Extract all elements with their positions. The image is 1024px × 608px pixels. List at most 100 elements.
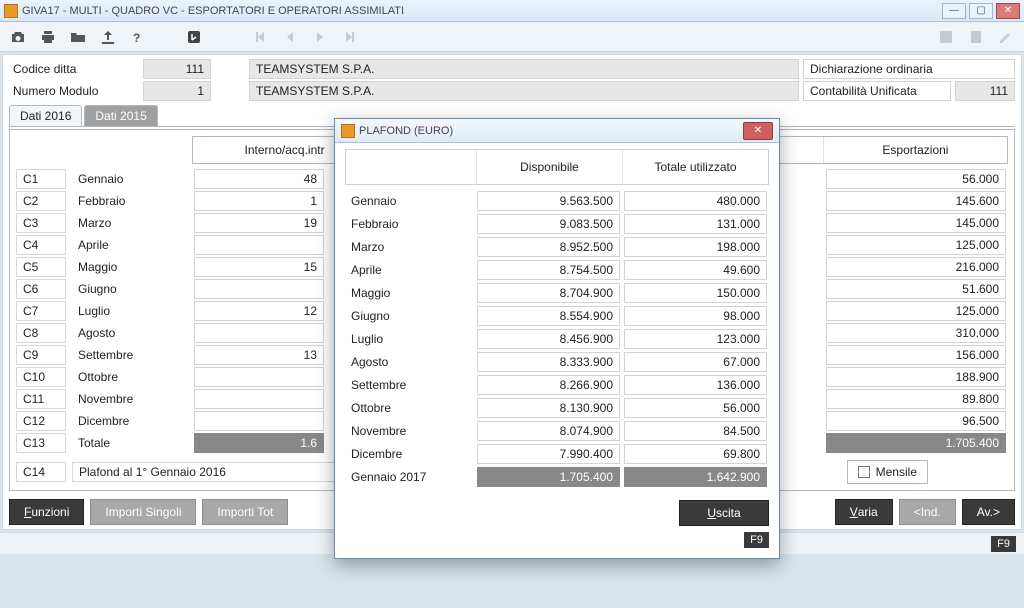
- dialog-row: Aprile8.754.50049.600: [345, 258, 769, 281]
- codice-value[interactable]: 111: [143, 59, 211, 79]
- code-cell: C8: [16, 323, 66, 343]
- export-cell[interactable]: 125.000: [826, 235, 1006, 255]
- dialog-month-cell: Novembre: [345, 422, 475, 440]
- export-cell[interactable]: 125.000: [826, 301, 1006, 321]
- utilizzato-cell[interactable]: 69.800: [624, 444, 767, 464]
- export-cell[interactable]: 56.000: [826, 169, 1006, 189]
- month-cell: Febbraio: [72, 192, 192, 210]
- export-cell[interactable]: 145.600: [826, 191, 1006, 211]
- export-cell[interactable]: 89.800: [826, 389, 1006, 409]
- interno-cell[interactable]: [194, 235, 324, 255]
- dialog-title: PLAFOND (EURO): [359, 125, 743, 137]
- month-cell: Marzo: [72, 214, 192, 232]
- disponibile-cell[interactable]: 8.074.900: [477, 421, 620, 441]
- interno-cell[interactable]: 1: [194, 191, 324, 211]
- export-cell[interactable]: 216.000: [826, 257, 1006, 277]
- code-cell: C12: [16, 411, 66, 431]
- dialog-row: Settembre8.266.900136.000: [345, 373, 769, 396]
- minimize-button[interactable]: —: [942, 3, 966, 19]
- interno-cell[interactable]: 12: [194, 301, 324, 321]
- disponibile-cell[interactable]: 7.990.400: [477, 444, 620, 464]
- edit-icon[interactable]: [994, 25, 1018, 49]
- utilizzato-cell[interactable]: 150.000: [624, 283, 767, 303]
- code-cell: C5: [16, 257, 66, 277]
- nav-prev-icon[interactable]: [278, 25, 302, 49]
- upload-icon[interactable]: [96, 25, 120, 49]
- funzioni-button[interactable]: Funzioni: [9, 499, 84, 525]
- utilizzato-cell[interactable]: 49.600: [624, 260, 767, 280]
- disponibile-cell[interactable]: 9.563.500: [477, 191, 620, 211]
- uscita-button[interactable]: Uscita: [679, 500, 769, 526]
- disponibile-cell[interactable]: 8.333.900: [477, 352, 620, 372]
- dialog-month-cell: Luglio: [345, 330, 475, 348]
- export-cell[interactable]: 145.000: [826, 213, 1006, 233]
- export-cell[interactable]: 96.500: [826, 411, 1006, 431]
- dialog-row: Ottobre8.130.90056.000: [345, 396, 769, 419]
- return-icon[interactable]: [182, 25, 206, 49]
- numero-value[interactable]: 1: [143, 81, 211, 101]
- interno-cell[interactable]: 19: [194, 213, 324, 233]
- tab-dati-2016[interactable]: Dati 2016: [9, 105, 82, 126]
- svg-text:?: ?: [133, 31, 140, 45]
- utilizzato-cell[interactable]: 131.000: [624, 214, 767, 234]
- disponibile-cell[interactable]: 8.130.900: [477, 398, 620, 418]
- utilizzato-cell[interactable]: 67.000: [624, 352, 767, 372]
- nav-first-icon[interactable]: [248, 25, 272, 49]
- disponibile-cell[interactable]: 8.704.900: [477, 283, 620, 303]
- utilizzato-cell[interactable]: 98.000: [624, 306, 767, 326]
- disponibile-cell[interactable]: 8.456.900: [477, 329, 620, 349]
- print-icon[interactable]: [36, 25, 60, 49]
- importi-tot-button[interactable]: Importi Tot: [202, 499, 288, 525]
- interno-cell[interactable]: 48: [194, 169, 324, 189]
- interno-cell[interactable]: [194, 323, 324, 343]
- interno-cell[interactable]: 15: [194, 257, 324, 277]
- interno-cell[interactable]: [194, 411, 324, 431]
- dialog-close-button[interactable]: ✕: [743, 122, 773, 140]
- camera-icon[interactable]: [6, 25, 30, 49]
- maximize-button[interactable]: ▢: [969, 3, 993, 19]
- export-cell[interactable]: 51.600: [826, 279, 1006, 299]
- dialog-row: Novembre8.074.90084.500: [345, 419, 769, 442]
- export-cell[interactable]: 188.900: [826, 367, 1006, 387]
- utilizzato-cell[interactable]: 56.000: [624, 398, 767, 418]
- utilizzato-cell[interactable]: 123.000: [624, 329, 767, 349]
- mensile-checkbox[interactable]: Mensile: [847, 460, 928, 484]
- disponibile-cell[interactable]: 9.083.500: [477, 214, 620, 234]
- utilizzato-cell[interactable]: 136.000: [624, 375, 767, 395]
- interno-cell[interactable]: [194, 389, 324, 409]
- disponibile-cell[interactable]: 8.952.500: [477, 237, 620, 257]
- disponibile-cell[interactable]: 1.705.400: [477, 467, 620, 487]
- disponibile-cell[interactable]: 8.554.900: [477, 306, 620, 326]
- utilizzato-cell[interactable]: 198.000: [624, 237, 767, 257]
- nav-next-icon[interactable]: [308, 25, 332, 49]
- code-cell: C9: [16, 345, 66, 365]
- ind-button[interactable]: <Ind.: [899, 499, 956, 525]
- disponibile-cell[interactable]: 8.754.500: [477, 260, 620, 280]
- plafond-dialog: PLAFOND (EURO) ✕ Disponibile Totale util…: [334, 118, 780, 559]
- interno-cell[interactable]: [194, 367, 324, 387]
- av-button[interactable]: Av.>: [962, 499, 1015, 525]
- dialog-titlebar: PLAFOND (EURO) ✕: [335, 119, 779, 143]
- clipboard-icon[interactable]: [964, 25, 988, 49]
- utilizzato-cell[interactable]: 84.500: [624, 421, 767, 441]
- utilizzato-cell[interactable]: 480.000: [624, 191, 767, 211]
- help-icon[interactable]: ?: [126, 25, 150, 49]
- interno-cell[interactable]: [194, 279, 324, 299]
- export-cell[interactable]: 310.000: [826, 323, 1006, 343]
- folder-icon[interactable]: [66, 25, 90, 49]
- cont-label: Contabilità Unificata: [803, 81, 951, 101]
- utilizzato-cell[interactable]: 1.642.900: [624, 467, 767, 487]
- disponibile-cell[interactable]: 8.266.900: [477, 375, 620, 395]
- tab-dati-2015[interactable]: Dati 2015: [84, 105, 157, 126]
- export-cell[interactable]: 1.705.400: [826, 433, 1006, 453]
- interno-cell[interactable]: 13: [194, 345, 324, 365]
- col-esportazioni: Esportazioni: [823, 137, 1007, 163]
- varia-button[interactable]: Varia: [835, 499, 893, 525]
- importi-singoli-button[interactable]: Importi Singoli: [90, 499, 196, 525]
- nav-last-icon[interactable]: [338, 25, 362, 49]
- code-cell: C4: [16, 235, 66, 255]
- pdf-icon[interactable]: [934, 25, 958, 49]
- close-button[interactable]: ✕: [996, 3, 1020, 19]
- export-cell[interactable]: 156.000: [826, 345, 1006, 365]
- interno-cell[interactable]: 1.6: [194, 433, 324, 453]
